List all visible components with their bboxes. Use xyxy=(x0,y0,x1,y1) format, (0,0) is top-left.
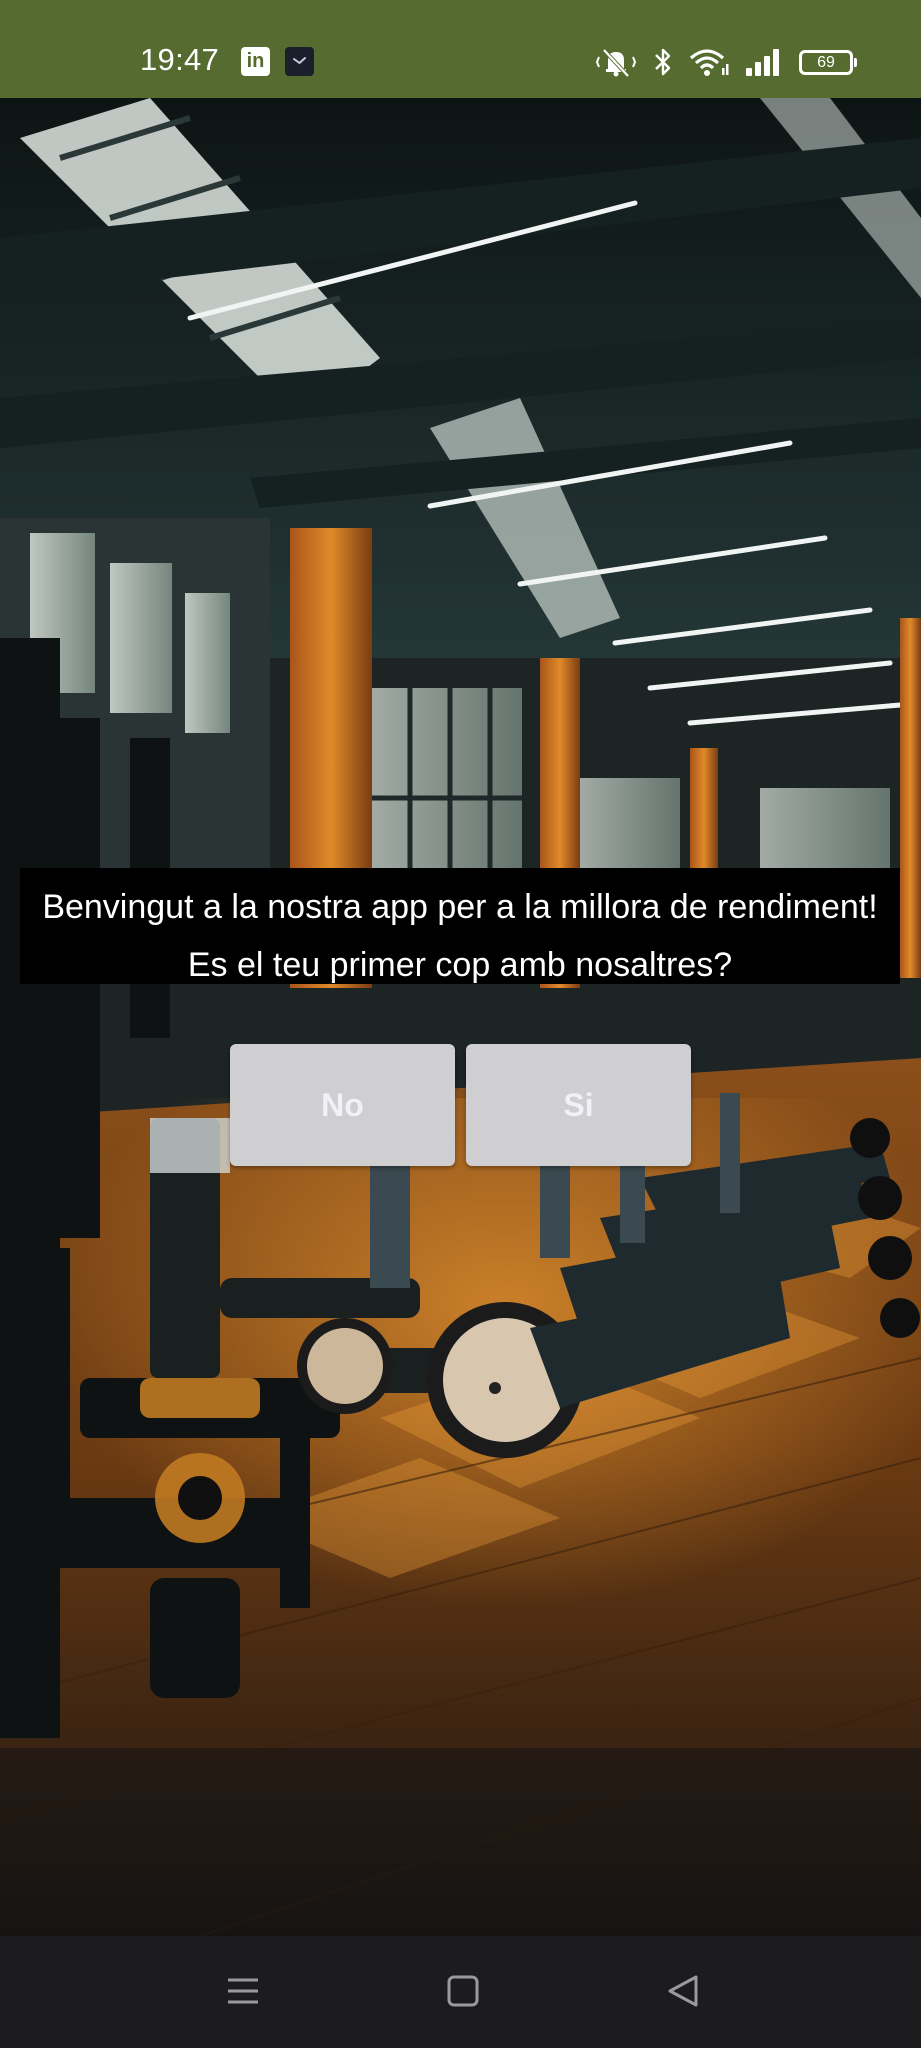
no-button[interactable]: No xyxy=(230,1044,455,1166)
wifi-icon xyxy=(689,46,729,78)
si-button[interactable]: Si xyxy=(466,1044,691,1166)
signal-icon xyxy=(745,46,783,78)
first-time-question: Es el teu primer cop amb nosaltres? xyxy=(187,946,733,984)
status-time: 19:47 xyxy=(140,42,220,77)
home-icon[interactable] xyxy=(438,1966,488,2016)
gym-background-image xyxy=(0,98,921,1936)
welcome-banner: Benvingut a la nostra app per a la millo… xyxy=(20,868,900,984)
clock-app-icon xyxy=(285,47,314,76)
mute-vibrate-icon xyxy=(595,46,637,78)
menu-icon[interactable] xyxy=(218,1966,268,2016)
status-icons: 69 xyxy=(595,46,857,78)
linkedin-icon: in xyxy=(241,47,270,76)
status-bar: 19:47 in 69 xyxy=(0,0,921,98)
welcome-message: Benvingut a la nostra app per a la millo… xyxy=(42,888,878,926)
battery-icon: 69 xyxy=(799,49,857,75)
bluetooth-icon xyxy=(653,46,673,78)
app-screen: 19:47 in 69 Benvingut a la nostra app pe… xyxy=(0,0,921,2048)
back-icon[interactable] xyxy=(658,1966,708,2016)
navigation-bar xyxy=(0,1936,921,2048)
